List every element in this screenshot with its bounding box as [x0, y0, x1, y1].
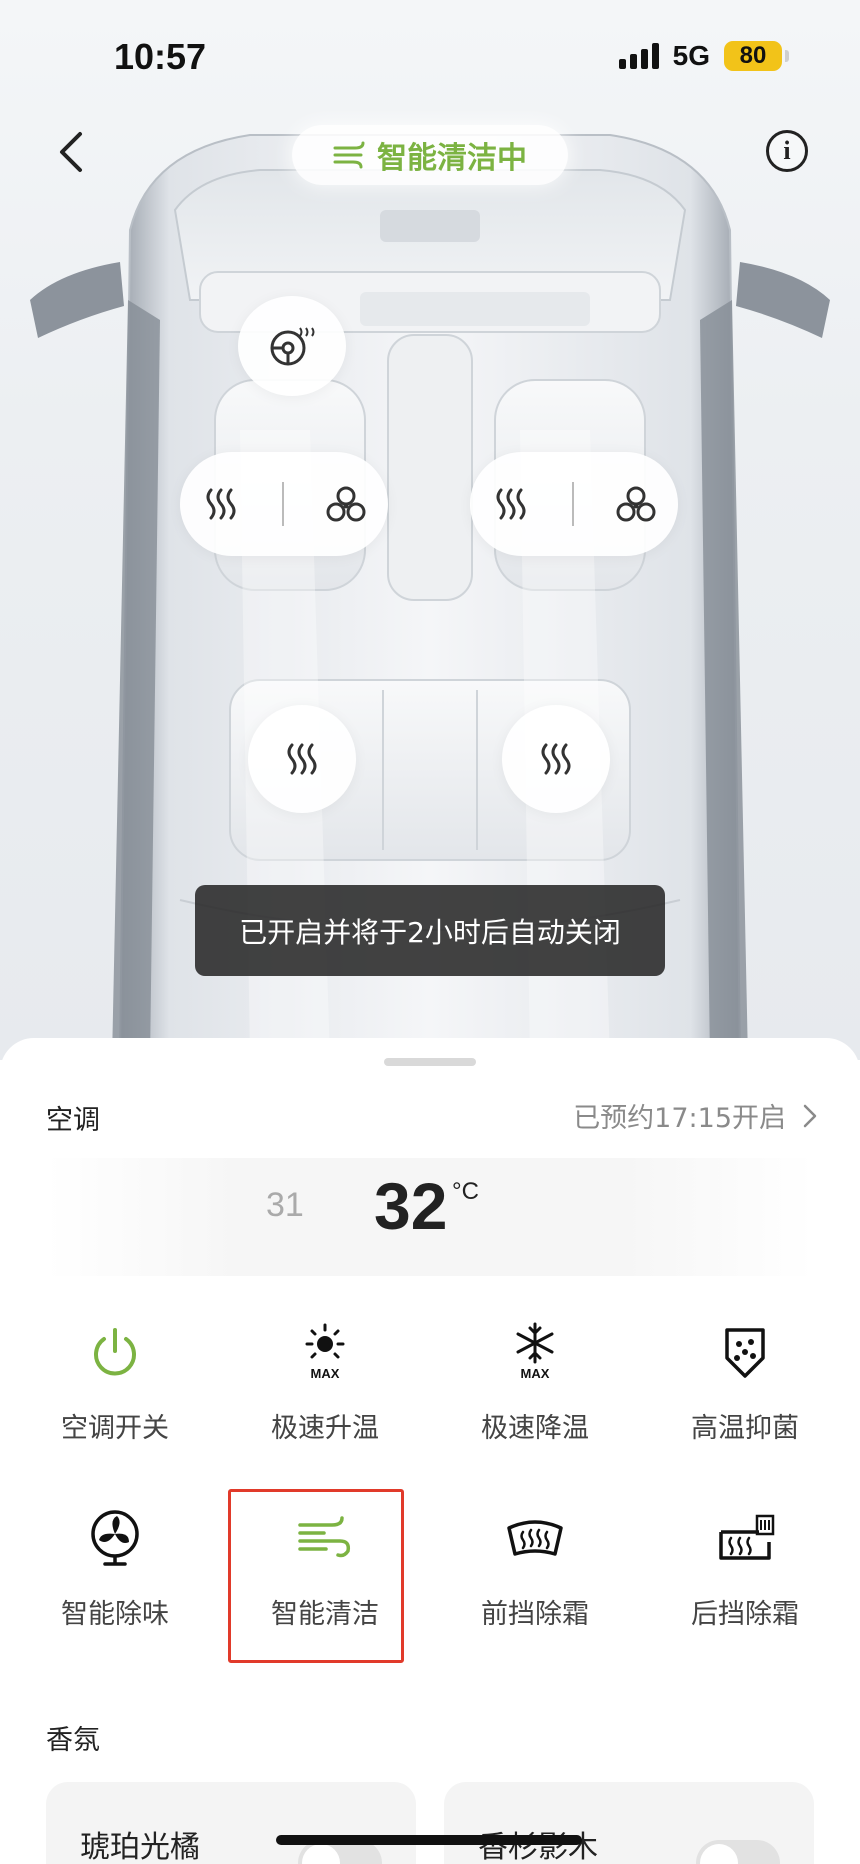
- seat-heat-icon[interactable]: [491, 484, 531, 524]
- rear-right-seat-heat-button[interactable]: [502, 705, 610, 813]
- fragrance-section-title: 香氛: [46, 1725, 100, 1756]
- fragrance-toggle[interactable]: [696, 1840, 780, 1864]
- sun-max-icon: MAX: [305, 1323, 345, 1381]
- shield-dots-icon: [725, 1328, 765, 1378]
- schedule-link[interactable]: 已预约17:15开启: [573, 1096, 818, 1135]
- front-right-seat-controls: [470, 452, 678, 556]
- temperature-option-previous[interactable]: 31: [266, 1186, 304, 1225]
- svg-text:MAX: MAX: [521, 1366, 550, 1381]
- sheet-drag-handle[interactable]: [384, 1058, 476, 1066]
- seat-ventilation-icon[interactable]: [325, 484, 367, 524]
- divider: [571, 482, 574, 526]
- battery-icon: 80: [724, 41, 789, 71]
- toast-message: 已开启并将于2小时后自动关闭: [195, 885, 665, 976]
- function-ac-power[interactable]: 空调开关: [20, 1320, 210, 1470]
- function-rapid-cool[interactable]: MAX 极速降温: [440, 1320, 630, 1470]
- seat-heat-icon[interactable]: [201, 484, 241, 524]
- cleaning-status-pill: 智能清洁中: [292, 125, 568, 185]
- info-icon[interactable]: i: [766, 130, 808, 172]
- function-rear-defrost[interactable]: 后挡除霜: [650, 1506, 840, 1656]
- seat-heat-icon: [287, 743, 317, 775]
- function-label: 后挡除霜: [691, 1599, 799, 1630]
- function-label: 前挡除霜: [481, 1599, 589, 1630]
- svg-text:MAX: MAX: [311, 1366, 340, 1381]
- steering-wheel-heat-button[interactable]: [238, 296, 346, 396]
- fragrance-card-amber-citrus[interactable]: 琥珀光橘: [46, 1782, 416, 1864]
- seat-ventilation-icon[interactable]: [615, 484, 657, 524]
- battery-level: 80: [739, 42, 767, 69]
- steering-heat-icon: [270, 327, 315, 366]
- climate-sheet: 空调 已预约17:15开启 31 32 °C 空调开关 MAX 极速升温 MAX…: [0, 1038, 860, 1864]
- function-front-defrost[interactable]: 前挡除霜: [440, 1506, 630, 1656]
- status-time: 10:57: [114, 36, 207, 77]
- selection-highlight-box: [228, 1489, 404, 1663]
- temperature-unit: °C: [452, 1178, 479, 1205]
- status-label: 智能清洁中: [377, 141, 527, 176]
- fragrance-name: 琥珀光橘: [80, 1830, 200, 1864]
- schedule-text: 已预约17:15开启: [573, 1103, 786, 1134]
- fan-icon: [91, 1510, 139, 1566]
- wind-icon: [333, 141, 365, 169]
- function-smart-deodorize[interactable]: 智能除味: [20, 1506, 210, 1656]
- power-icon: [94, 1328, 136, 1376]
- status-indicators: 5G 80: [618, 40, 789, 72]
- snowflake-max-icon: MAX: [516, 1322, 554, 1381]
- function-label: 高温抑菌: [691, 1413, 799, 1444]
- ac-section-title: 空调: [46, 1105, 100, 1136]
- front-left-seat-controls: [180, 452, 388, 556]
- function-label: 极速升温: [271, 1413, 379, 1444]
- network-type: 5G: [672, 40, 710, 71]
- car-overview: 10:57 5G 80 智能清洁中 i 已开启并将于2小时后自动关闭: [0, 0, 860, 1060]
- rear-defrost-icon: [719, 1514, 775, 1560]
- home-indicator[interactable]: [276, 1835, 582, 1845]
- cellular-signal-icon: [618, 43, 659, 69]
- function-high-temp-sterilize[interactable]: 高温抑菌: [650, 1320, 840, 1470]
- function-label: 智能除味: [61, 1599, 169, 1630]
- function-label: 空调开关: [61, 1413, 169, 1444]
- divider: [281, 482, 284, 526]
- rear-left-seat-heat-button[interactable]: [248, 705, 356, 813]
- fragrance-card-cedar-wood[interactable]: 香杉影木: [444, 1782, 814, 1864]
- function-label: 极速降温: [481, 1413, 589, 1444]
- temperature-current[interactable]: 32: [374, 1168, 447, 1244]
- chevron-right-icon: [803, 1104, 817, 1127]
- seat-heat-icon: [541, 743, 571, 775]
- function-rapid-heat[interactable]: MAX 极速升温: [230, 1320, 420, 1470]
- back-arrow-icon[interactable]: [52, 128, 92, 176]
- front-defrost-icon: [507, 1520, 563, 1556]
